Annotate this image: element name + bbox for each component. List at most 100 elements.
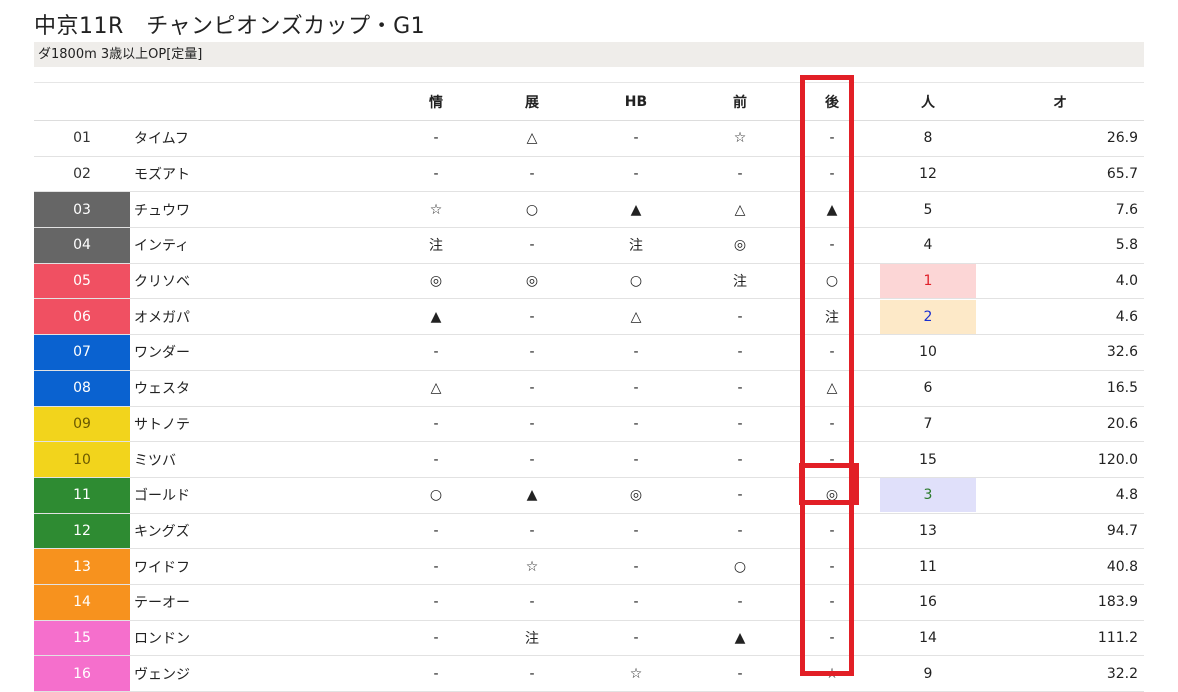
header-front[interactable]: 前 (696, 82, 784, 121)
mark-info: ○ (384, 477, 488, 514)
popularity: 14 (880, 620, 976, 657)
table-row[interactable]: 09 サトノテ - - - - -7 20.6 (34, 406, 1144, 443)
odds: 5.8 (976, 227, 1144, 264)
race-conditions: ダ1800m 3歳以上OP[定量] (38, 47, 203, 62)
header-back[interactable]: 後 (784, 82, 880, 121)
header-pace[interactable]: 展 (488, 82, 576, 121)
horse-number: 05 (34, 263, 130, 300)
table-row[interactable]: 14 テーオー - - - - -16 183.9 (34, 584, 1144, 621)
mark-back: - (784, 227, 880, 264)
mark-hb: - (576, 548, 696, 585)
mark-front: 注 (696, 263, 784, 300)
mark-info: - (384, 441, 488, 478)
odds: 26.9 (976, 120, 1144, 157)
mark-info: - (384, 334, 488, 371)
table-row[interactable]: 03 チュウワ ☆ ○ ▲ △ ▲ 5 7.6 (34, 191, 1144, 229)
horse-number: 15 (34, 620, 130, 657)
horse-name[interactable]: ロンドン (130, 620, 384, 657)
horse-name[interactable]: クリソベ (130, 263, 384, 300)
horse-name[interactable]: テーオー (130, 584, 384, 621)
mark-info: - (384, 513, 488, 550)
mark-hb: - (576, 120, 696, 157)
table-row[interactable]: 11 ゴールド ○ ▲ ◎ - ◎ 3 4.8 (34, 477, 1144, 514)
horse-name[interactable]: ワイドフ (130, 548, 384, 585)
table-row[interactable]: 10 ミツバ - - - - -15 120.0 (34, 441, 1144, 478)
mark-hb: - (576, 334, 696, 371)
table-row[interactable]: 05 クリソベ ◎ ◎ ○ 注 ○ 1 4.0 (34, 263, 1144, 300)
odds: 111.2 (976, 620, 1144, 657)
odds: 16.5 (976, 370, 1144, 407)
popularity: 3 (880, 477, 976, 514)
header-info[interactable]: 情 (384, 82, 488, 121)
race-conditions-bar: ダ1800m 3歳以上OP[定量] (34, 42, 1144, 67)
popularity-value: 11 (919, 558, 937, 575)
popularity: 16 (880, 584, 976, 621)
header-hb[interactable]: HB (576, 82, 696, 121)
mark-front: - (696, 298, 784, 336)
popularity: 13 (880, 513, 976, 550)
horse-name[interactable]: サトノテ (130, 406, 384, 443)
header-popularity[interactable]: 人 (880, 82, 976, 121)
popularity-value: 4 (923, 237, 933, 254)
horse-name[interactable]: ミツバ (130, 441, 384, 478)
popularity-value: 1 (880, 264, 976, 299)
horse-name[interactable]: キングズ (130, 513, 384, 550)
table-row[interactable]: 13 ワイドフ - ☆ - ○ -11 40.8 (34, 548, 1144, 585)
horse-name[interactable]: ゴールド (130, 477, 384, 514)
table-row[interactable]: 07 ワンダー - - - - -10 32.6 (34, 334, 1144, 371)
mark-back: - (784, 513, 880, 550)
popularity-value: 3 (880, 478, 976, 513)
mark-hb: ○ (576, 263, 696, 300)
popularity-value: 7 (923, 415, 933, 432)
horse-number: 12 (34, 513, 130, 550)
popularity-value: 16 (919, 594, 937, 611)
horse-number: 10 (34, 441, 130, 478)
mark-back: ☆ (784, 655, 880, 692)
mark-hb: ▲ (576, 191, 696, 229)
horse-name[interactable]: チュウワ (130, 191, 384, 229)
horse-number: 14 (34, 584, 130, 621)
table-row[interactable]: 08 ウェスタ △ - - - △ 6 16.5 (34, 370, 1144, 407)
mark-hb: - (576, 584, 696, 621)
popularity-value: 12 (919, 166, 937, 183)
table-row[interactable]: 04 インティ注 - 注 ◎ -4 5.8 (34, 227, 1144, 264)
popularity: 5 (880, 191, 976, 229)
popularity-value: 13 (919, 522, 937, 539)
horse-name[interactable]: オメガパ (130, 298, 384, 336)
table-row[interactable]: 02 モズアト - - - - -12 65.7 (34, 156, 1144, 193)
horse-name[interactable]: インティ (130, 227, 384, 264)
horse-name[interactable]: タイムフ (130, 120, 384, 157)
mark-pace: - (488, 370, 576, 407)
horse-number: 09 (34, 406, 130, 443)
horse-name[interactable]: ヴェンジ (130, 655, 384, 692)
mark-front: ▲ (696, 620, 784, 657)
header-odds[interactable]: オ (976, 82, 1144, 121)
popularity: 8 (880, 120, 976, 157)
table-row[interactable]: 12 キングズ - - - - -13 94.7 (34, 513, 1144, 550)
mark-info: - (384, 620, 488, 657)
horse-name[interactable]: ワンダー (130, 334, 384, 371)
horse-number: 04 (34, 227, 130, 264)
popularity-value: 6 (923, 380, 933, 397)
popularity: 15 (880, 441, 976, 478)
table-row[interactable]: 16 ヴェンジ - - ☆ - ☆ 9 32.2 (34, 655, 1144, 692)
popularity-value: 10 (919, 344, 937, 361)
mark-pace: ○ (488, 191, 576, 229)
mark-info: △ (384, 370, 488, 407)
horse-name[interactable]: ウェスタ (130, 370, 384, 407)
mark-info: - (384, 406, 488, 443)
odds: 32.2 (976, 655, 1144, 692)
popularity: 1 (880, 263, 976, 300)
table-row[interactable]: 15 ロンドン - 注 - ▲ -14 111.2 (34, 620, 1144, 657)
mark-pace: - (488, 406, 576, 443)
horse-number: 01 (34, 120, 130, 157)
horse-number: 07 (34, 334, 130, 371)
table-row[interactable]: 06 オメガパ ▲ - △ - 注 2 4.6 (34, 298, 1144, 336)
table-row[interactable]: 01 タイムフ - △ - ☆ -8 26.9 (34, 120, 1144, 157)
mark-front: △ (696, 191, 784, 229)
race-title: 中京11R チャンピオンズカップ・G1 (34, 14, 426, 39)
popularity: 9 (880, 655, 976, 692)
horse-number: 13 (34, 548, 130, 585)
odds: 4.0 (976, 263, 1144, 300)
horse-name[interactable]: モズアト (130, 156, 384, 193)
